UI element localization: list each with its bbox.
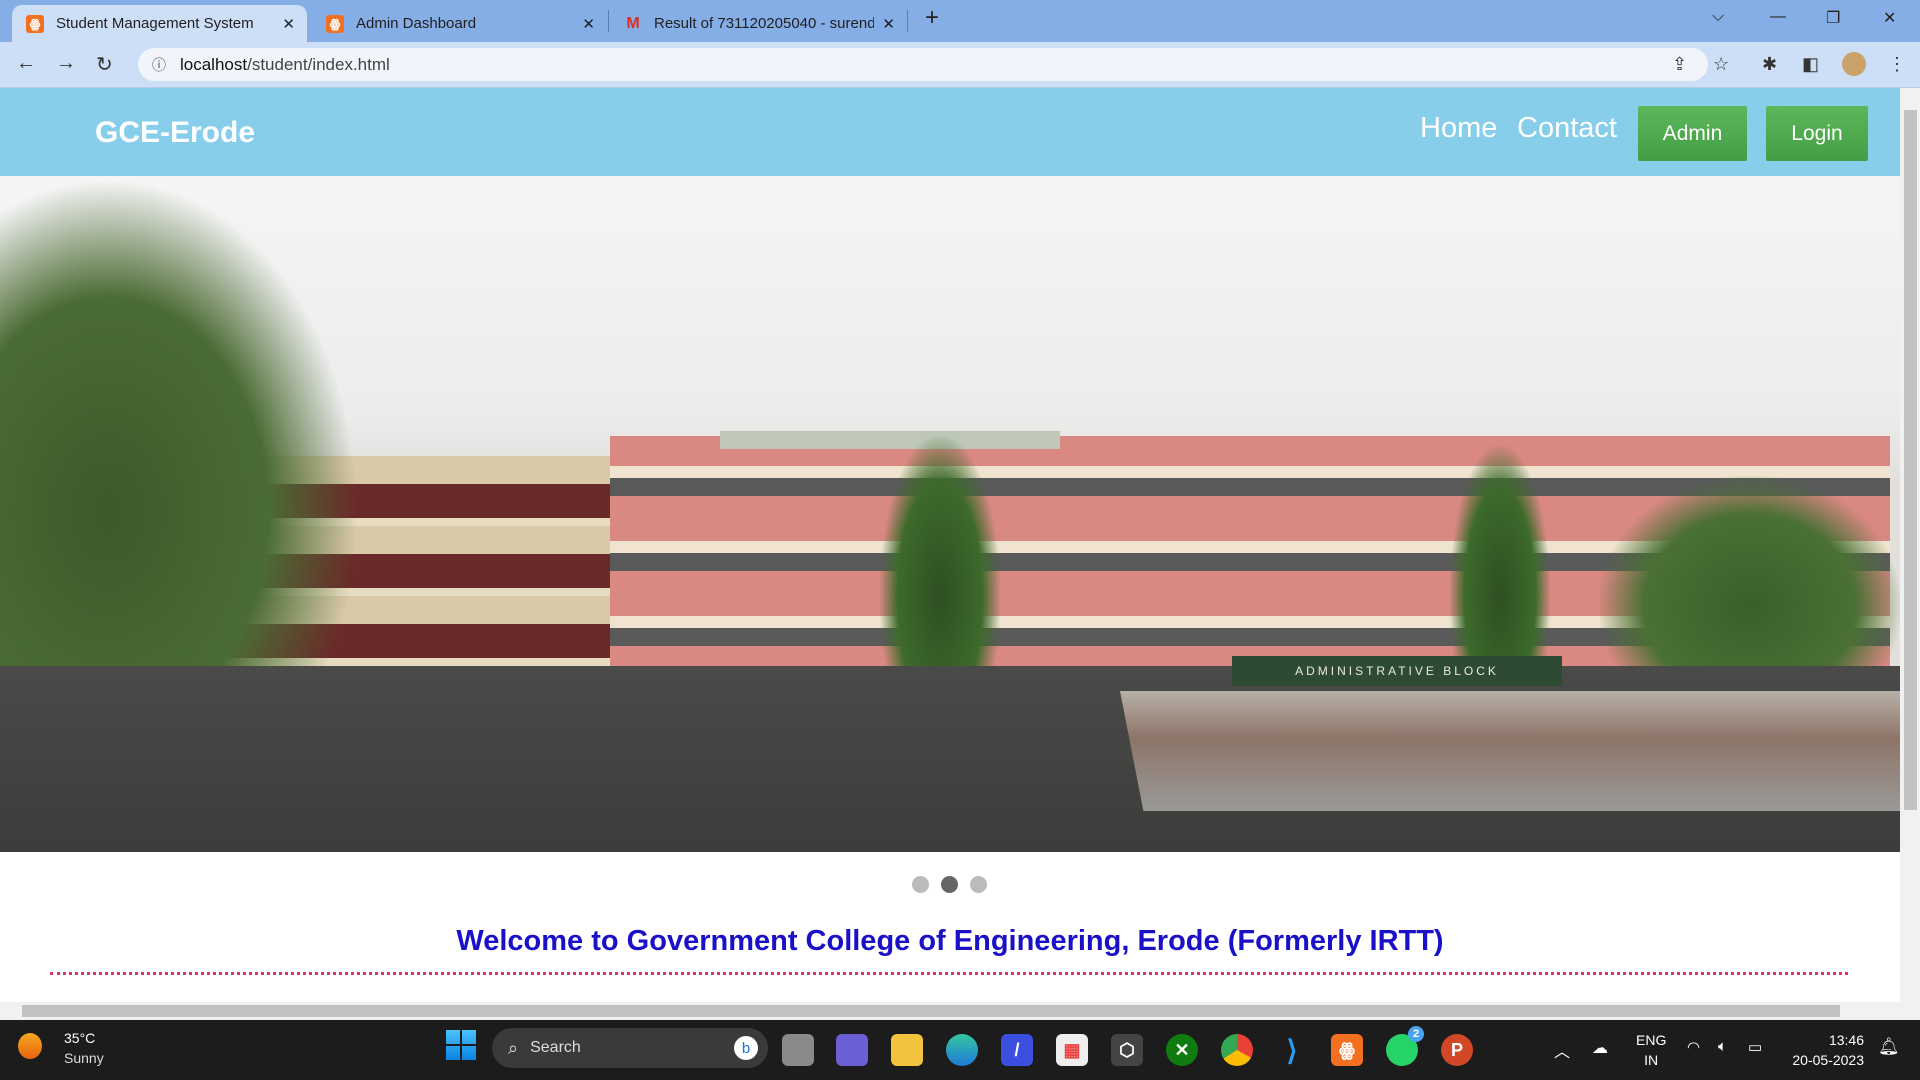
vertical-scrollbar[interactable]: [1900, 88, 1920, 1002]
wifi-icon[interactable]: ◠: [1687, 1038, 1700, 1056]
login-button[interactable]: Login: [1766, 106, 1868, 161]
dotted-divider: [50, 972, 1848, 975]
powerpoint-icon[interactable]: P: [1441, 1034, 1473, 1066]
xampp-icon: ꙮ: [26, 14, 44, 33]
carousel-image-college-building: ADMINISTRATIVE BLOCK: [0, 176, 1900, 852]
tab-student-management[interactable]: ꙮ Student Management System ✕: [12, 5, 307, 42]
file-explorer-icon[interactable]: [891, 1034, 923, 1066]
windows-start-icon[interactable]: [446, 1030, 476, 1060]
weather-temp[interactable]: 35°C: [64, 1030, 95, 1046]
bookmark-star-icon[interactable]: ☆: [1713, 54, 1729, 75]
gmail-icon: M: [626, 14, 640, 32]
language-indicator[interactable]: ENG IN: [1636, 1030, 1666, 1070]
forward-icon[interactable]: →: [56, 52, 76, 75]
carousel-dot-1[interactable]: [912, 876, 929, 893]
browser-tab-bar: ꙮ Student Management System ✕ ꙮ Admin Da…: [0, 0, 1920, 42]
close-window-button[interactable]: ✕: [1883, 8, 1896, 28]
brand-logo[interactable]: GCE-Erode: [95, 116, 255, 150]
chrome-icon[interactable]: [1221, 1034, 1253, 1066]
carousel-dot-2-active[interactable]: [941, 876, 958, 893]
microsoft-store-icon[interactable]: ▦: [1056, 1034, 1088, 1066]
onedrive-icon[interactable]: ☁: [1592, 1038, 1608, 1058]
minimize-button[interactable]: —: [1770, 8, 1786, 26]
new-tab-button[interactable]: +: [925, 4, 939, 32]
menu-icon[interactable]: ⋮: [1888, 54, 1906, 75]
garden-bed: [1120, 691, 1900, 811]
tab-separator: [608, 10, 609, 32]
nav-contact[interactable]: Contact: [1517, 112, 1617, 145]
tab-admin-dashboard[interactable]: ꙮ Admin Dashboard ✕: [312, 5, 607, 42]
vertical-scroll-thumb[interactable]: [1904, 110, 1917, 810]
side-panel-icon[interactable]: ◧: [1802, 54, 1819, 75]
reload-icon[interactable]: ↻: [96, 52, 113, 77]
back-icon[interactable]: ←: [16, 52, 36, 75]
app-hexagon-icon[interactable]: ⬡: [1111, 1034, 1143, 1066]
address-bar[interactable]: ⓘ localhost/student/index.html: [138, 48, 1708, 81]
carousel-dot-3[interactable]: [970, 876, 987, 893]
horizontal-scrollbar[interactable]: [0, 1002, 1920, 1020]
admin-button[interactable]: Admin: [1638, 106, 1747, 161]
close-tab-icon[interactable]: ✕: [282, 15, 295, 33]
administrative-block-sign: ADMINISTRATIVE BLOCK: [1232, 656, 1562, 686]
xbox-icon[interactable]: ✕: [1166, 1034, 1198, 1066]
close-tab-icon[interactable]: ✕: [882, 15, 895, 33]
tree-left: [0, 176, 360, 736]
address-toolbar: ← → ↻ ⓘ localhost/student/index.html ⇪ ☆…: [0, 42, 1920, 88]
bing-icon[interactable]: b: [734, 1036, 758, 1060]
clock[interactable]: 13:46 20-05-2023: [1782, 1030, 1864, 1070]
carousel-indicators: [912, 876, 987, 893]
windows-taskbar: 35°C Sunny ⌕ Search b / ▦ ⬡ ✕ ⟩ ꙮ 2 P ︿ …: [0, 1020, 1920, 1080]
weather-desc[interactable]: Sunny: [64, 1050, 104, 1066]
edge-icon[interactable]: [946, 1034, 978, 1066]
task-view-icon[interactable]: [782, 1034, 814, 1066]
site-info-icon[interactable]: ⓘ: [152, 55, 166, 75]
profile-avatar[interactable]: [1842, 52, 1866, 76]
tab-search-chevron-icon[interactable]: ⌵: [1712, 8, 1724, 26]
nav-home[interactable]: Home: [1420, 112, 1497, 145]
search-icon: ⌕: [508, 1037, 519, 1058]
tab-separator: [907, 10, 908, 32]
close-tab-icon[interactable]: ✕: [582, 15, 595, 33]
show-hidden-icons-chevron[interactable]: ︿: [1554, 1038, 1570, 1062]
extensions-icon[interactable]: ✱: [1762, 54, 1777, 75]
volume-icon[interactable]: 🔈︎: [1718, 1038, 1727, 1055]
weather-sun-icon[interactable]: [18, 1033, 42, 1059]
tab-gmail-result[interactable]: M Result of 731120205040 - surend ✕: [610, 5, 907, 42]
app-icon[interactable]: /: [1001, 1034, 1033, 1066]
restore-button[interactable]: ❐: [1826, 8, 1840, 28]
battery-icon[interactable]: ▭: [1748, 1038, 1762, 1056]
welcome-heading: Welcome to Government College of Enginee…: [456, 925, 1444, 957]
xampp-icon[interactable]: ꙮ: [1331, 1034, 1363, 1066]
share-icon[interactable]: ⇪: [1672, 54, 1687, 75]
notifications-bell-icon[interactable]: 🔔︎: [1878, 1037, 1900, 1057]
site-navbar: GCE-Erode Home Contact Admin Login: [0, 88, 1900, 176]
notification-badge: 2: [1408, 1026, 1424, 1042]
whatsapp-icon[interactable]: 2: [1386, 1026, 1424, 1066]
vscode-icon[interactable]: ⟩: [1276, 1034, 1308, 1066]
teams-chat-icon[interactable]: [836, 1034, 868, 1066]
xampp-icon: ꙮ: [326, 14, 344, 33]
taskbar-search[interactable]: ⌕ Search b: [492, 1028, 768, 1068]
horizontal-scroll-thumb[interactable]: [22, 1005, 1840, 1017]
